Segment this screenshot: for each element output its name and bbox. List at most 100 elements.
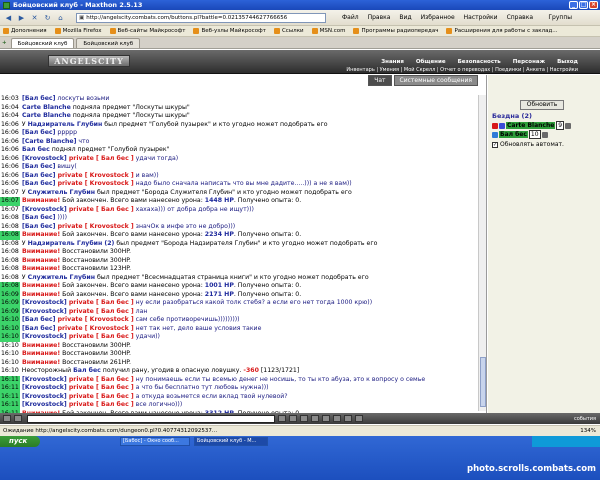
chat-nick[interactable]: [Krovostock] — [20, 393, 67, 400]
back-icon[interactable]: ◀ — [3, 12, 14, 23]
filter-icon[interactable] — [300, 415, 308, 422]
fav-addons[interactable]: Дополнения — [3, 28, 47, 34]
nav-exit[interactable]: Выход — [557, 59, 578, 65]
send-icon[interactable] — [278, 415, 286, 422]
fav-firefox[interactable]: Mozilla Firefox — [54, 28, 102, 34]
chat-text: . Получено опыта: 0. — [233, 231, 302, 238]
maximize-icon[interactable]: □ — [579, 1, 588, 9]
menu-favorites[interactable]: Избранное — [421, 14, 455, 21]
scroll-icon[interactable] — [344, 415, 352, 422]
tab-chat[interactable]: Чат — [368, 75, 392, 86]
tab-fightclub-2[interactable]: Бойцовский клуб — [76, 38, 141, 48]
player-name[interactable]: Carte Blanche — [506, 122, 556, 129]
smiles-icon[interactable] — [3, 415, 11, 422]
fav-msn[interactable]: MSN.com — [311, 28, 345, 34]
chat-private-tag[interactable]: private [ Бал бес ] — [67, 401, 134, 408]
nav-character[interactable]: Персонаж — [513, 59, 545, 65]
chat-nick[interactable]: [Бал бес] — [20, 172, 55, 179]
chat-nick[interactable]: [Krovostock] — [20, 401, 67, 408]
refresh-button[interactable]: Обновить — [520, 100, 564, 110]
chat-nick[interactable]: [Бал бес] — [20, 223, 55, 230]
chat-scroll-thumb[interactable] — [480, 357, 486, 407]
zoom-level[interactable]: 134% — [580, 428, 596, 434]
sound-icon[interactable] — [333, 415, 341, 422]
minimize-icon[interactable]: _ — [569, 1, 578, 9]
menu-settings[interactable]: Настройки — [464, 14, 498, 21]
menu-groups[interactable]: Группы — [548, 14, 572, 21]
taskbar-item[interactable]: [Бабос] - Окно сооб... — [120, 437, 190, 446]
menu-edit[interactable]: Правка — [368, 14, 391, 21]
chat-log: 16:03 [Бал бес] лоскуты возьми 16:04 Cart… — [0, 95, 480, 413]
chat-scrollbar[interactable] — [478, 95, 486, 411]
chat-nick[interactable]: [Krovostock] — [20, 384, 67, 391]
auto-refresh-checkbox[interactable]: ✓ — [492, 141, 498, 148]
chat-nick[interactable]: [Бал бес] — [20, 95, 55, 102]
fav-ms-nodes[interactable]: Веб-узлы Майкрософт — [193, 28, 266, 34]
player-row[interactable]: Бал бес 10 — [492, 130, 548, 139]
clear-icon[interactable] — [289, 415, 297, 422]
nav-social[interactable]: Общение — [416, 59, 446, 65]
chat-private-tag[interactable]: private [ Бал бес ] — [67, 308, 134, 315]
color-icon[interactable] — [322, 415, 330, 422]
menu-view[interactable]: Вид — [399, 14, 411, 21]
chat-nick[interactable]: [Carte Blanche] — [20, 138, 76, 145]
tab-system-messages[interactable]: Системные сообщения — [393, 75, 478, 86]
chat-private-tag[interactable]: private [ Бал бес ] — [67, 333, 134, 340]
chat-nick[interactable]: [Krovostock] — [20, 155, 67, 162]
home-icon[interactable]: ⌂ — [55, 12, 66, 23]
start-button[interactable]: пуск — [0, 436, 40, 447]
player-level: 9 — [556, 121, 565, 130]
translit-icon[interactable] — [14, 415, 22, 422]
time-icon[interactable] — [355, 415, 363, 422]
info-icon[interactable] — [565, 122, 572, 129]
menu-help[interactable]: Справка — [507, 14, 533, 21]
chat-private-tag[interactable]: private [ Бал бес ] — [67, 155, 134, 162]
chat-nick[interactable]: [Бал бес] — [20, 163, 55, 170]
chat-nick[interactable]: [Бал бес] — [20, 214, 55, 221]
chat-text: значОк в инфе это не добро))) — [133, 222, 236, 230]
nav-knowledge[interactable]: Знания — [381, 59, 404, 65]
chat-private-tag[interactable]: private [ Бал бес ] — [67, 384, 134, 391]
chat-private-tag[interactable]: private [ Krovostock ] — [55, 316, 134, 323]
chat-nick[interactable]: [Krovostock] — [20, 299, 67, 306]
chat-nick[interactable]: [Бал бес] — [20, 325, 55, 332]
game-nav-bottom[interactable]: Инвентарь | Умения | Мой Скрелл | Отчет … — [346, 67, 578, 73]
tab-fightclub-1[interactable]: Бойцовский клуб — [10, 38, 75, 48]
chat-private-tag[interactable]: private [ Krovostock ] — [55, 223, 134, 230]
chat-private-tag[interactable]: private [ Бал бес ] — [67, 299, 134, 306]
chat-warning: Внимание! — [19, 282, 61, 289]
menu-file[interactable]: Файл — [342, 14, 359, 21]
fav-extensions[interactable]: Расширения для работы с заклад... — [446, 28, 558, 34]
chat-private-tag[interactable]: private [ Бал бес ] — [67, 376, 134, 383]
chat-nick[interactable]: [Krovostock] — [20, 308, 67, 315]
player-name[interactable]: Бал бес — [499, 131, 528, 138]
chat-private-tag[interactable]: private [ Krovostock ] — [55, 325, 134, 332]
auto-refresh[interactable]: ✓ Обновлять автомат. — [492, 141, 564, 148]
chat-nick[interactable]: [Krovostock] — [20, 333, 67, 340]
chat-nick[interactable]: [Krovostock] — [20, 376, 67, 383]
stop-icon[interactable]: ✕ — [29, 12, 40, 23]
chat-nick[interactable]: [Krovostock] — [20, 206, 67, 213]
fav-radio[interactable]: Программы радиопередач — [353, 28, 438, 34]
taskbar-item[interactable]: Бойцовский клуб - M... — [194, 437, 268, 446]
chat-private-tag[interactable]: private [ Бал бес ] — [67, 393, 134, 400]
fav-ms-sites[interactable]: Веб-сайты Майкрософт — [109, 28, 185, 34]
forward-icon[interactable]: ▶ — [16, 12, 27, 23]
new-tab-icon[interactable]: + — [2, 40, 7, 46]
nav-security[interactable]: Безопасность — [458, 59, 501, 65]
chat-message-input[interactable] — [27, 414, 275, 423]
info-icon[interactable] — [541, 131, 548, 138]
chat-nick[interactable]: [Бал бес] — [20, 129, 55, 136]
chat-name: 1448 HP — [204, 197, 234, 204]
refresh-icon[interactable]: ↻ — [42, 12, 53, 23]
chat-private-tag[interactable]: private [ Krovostock ] — [55, 180, 134, 187]
chat-private-tag[interactable]: private [ Бал бес ] — [67, 206, 134, 213]
chat-private-tag[interactable]: private [ Krovostock ] — [55, 172, 134, 179]
private-icon[interactable] — [311, 415, 319, 422]
address-bar[interactable]: ▣ http://angelscity.combats.com/buttons.… — [76, 12, 326, 23]
close-icon[interactable]: × — [589, 1, 598, 9]
player-row[interactable]: Carte Blanche 9 — [492, 121, 572, 130]
chat-nick[interactable]: [Бал бес] — [20, 316, 55, 323]
fav-links[interactable]: Ссылки — [273, 28, 304, 34]
chat-nick[interactable]: [Бал бес] — [20, 180, 55, 187]
